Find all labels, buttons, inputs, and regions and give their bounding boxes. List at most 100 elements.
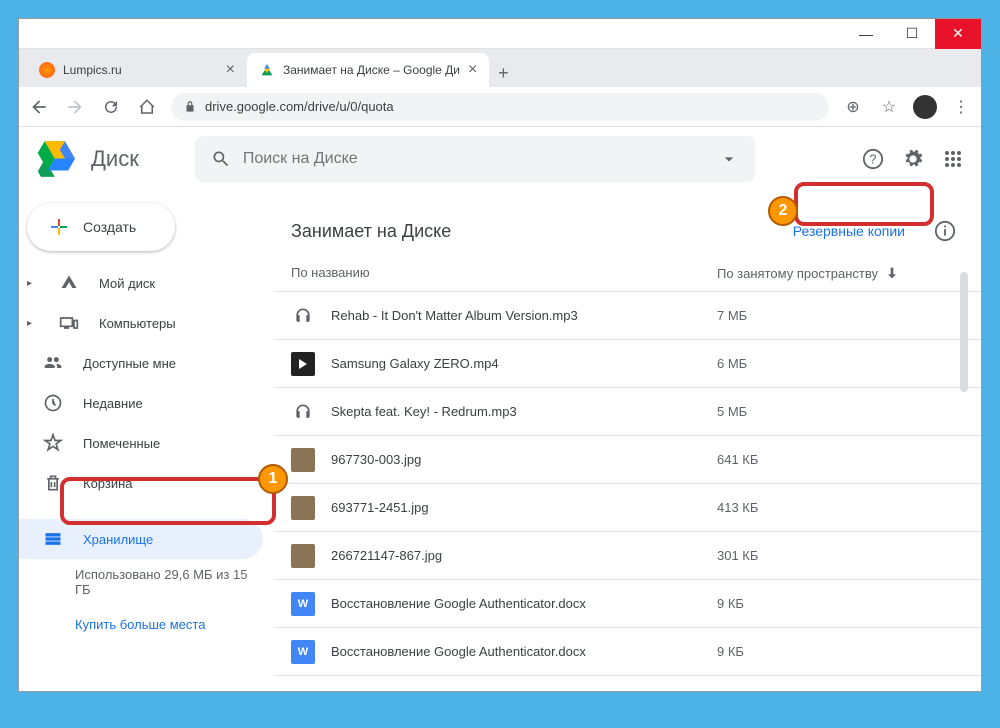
- sidebar-item-starred[interactable]: Помеченные: [19, 423, 263, 463]
- main-header: Занимает на Диске Резервные копии: [275, 199, 981, 255]
- page-title: Занимает на Диске: [291, 221, 451, 242]
- file-name: Восстановление Google Authenticator.docx: [331, 596, 717, 611]
- sidebar-item-shared[interactable]: Доступные мне: [19, 343, 263, 383]
- bookmark-icon[interactable]: ☆: [877, 95, 901, 119]
- profile-avatar[interactable]: [913, 95, 937, 119]
- search-box[interactable]: [195, 136, 755, 182]
- file-size: 641 КБ: [717, 452, 957, 467]
- plus-icon: [47, 215, 71, 239]
- shared-icon: [43, 353, 63, 373]
- drive-app: Диск ? Создать ▸ Мой д: [19, 127, 981, 691]
- file-row[interactable]: 266721147-867.jpg301 КБ: [275, 532, 981, 580]
- app-body: Создать ▸ Мой диск ▸ Компьютеры Доступны…: [19, 191, 981, 691]
- sidebar-item-storage[interactable]: Хранилище: [19, 519, 263, 559]
- drive-logo-icon: [35, 139, 75, 179]
- favicon-icon: [259, 62, 275, 78]
- tab-close-icon[interactable]: ×: [226, 61, 235, 79]
- dropdown-icon[interactable]: [719, 149, 739, 169]
- settings-icon[interactable]: [901, 147, 925, 171]
- scrollbar-thumb[interactable]: [960, 272, 968, 392]
- trash-icon: [43, 473, 63, 493]
- sidebar-label: Недавние: [83, 396, 143, 411]
- sidebar-label: Помеченные: [83, 436, 160, 451]
- menu-button[interactable]: ⋮: [949, 95, 973, 119]
- file-size: 7 МБ: [717, 308, 957, 323]
- new-tab-button[interactable]: +: [489, 59, 517, 87]
- home-button[interactable]: [135, 95, 159, 119]
- tab-title: Занимает на Диске – Google Ди: [283, 63, 460, 77]
- address-bar: drive.google.com/drive/u/0/quota ⊕ ☆ ⋮: [19, 87, 981, 127]
- tab-close-icon[interactable]: ×: [468, 61, 477, 79]
- reload-button[interactable]: [99, 95, 123, 119]
- column-size[interactable]: По занятому пространству: [717, 265, 957, 281]
- sidebar-item-mydrive[interactable]: ▸ Мой диск: [19, 263, 263, 303]
- star-icon: [43, 433, 63, 453]
- close-button[interactable]: ✕: [935, 19, 981, 49]
- file-size: 413 КБ: [717, 500, 957, 515]
- app-title: Диск: [91, 146, 139, 172]
- main-content: Занимает на Диске Резервные копии По наз…: [275, 191, 981, 691]
- app-header: Диск ?: [19, 127, 981, 191]
- devices-icon: [59, 313, 79, 333]
- buy-more-link[interactable]: Купить больше места: [19, 605, 275, 640]
- sidebar: Создать ▸ Мой диск ▸ Компьютеры Доступны…: [19, 191, 275, 691]
- file-name: 693771-2451.jpg: [331, 500, 717, 515]
- callout-badge-1: 1: [258, 464, 288, 494]
- arrow-down-icon: [884, 265, 900, 281]
- expand-icon[interactable]: ▸: [27, 318, 39, 329]
- callout-badge-2: 2: [768, 196, 798, 226]
- file-row[interactable]: Skepta feat. Key! - Redrum.mp35 МБ: [275, 388, 981, 436]
- image-thumb-icon: [291, 448, 315, 472]
- lock-icon: [183, 100, 197, 114]
- file-list: Rehab - It Don't Matter Album Version.mp…: [275, 292, 981, 691]
- url-field[interactable]: drive.google.com/drive/u/0/quota: [171, 93, 829, 121]
- audio-icon: [291, 400, 315, 424]
- expand-icon[interactable]: ▸: [27, 278, 39, 289]
- file-row[interactable]: 967730-003.jpg641 КБ: [275, 436, 981, 484]
- info-icon[interactable]: [933, 219, 957, 243]
- column-name[interactable]: По названию: [291, 265, 717, 281]
- sidebar-label: Корзина: [83, 476, 133, 491]
- help-icon[interactable]: ?: [861, 147, 885, 171]
- file-row[interactable]: Rehab - It Don't Matter Album Version.mp…: [275, 292, 981, 340]
- file-row[interactable]: WВосстановление Google Authenticator.doc…: [275, 580, 981, 628]
- sidebar-label: Мой диск: [99, 276, 155, 291]
- maximize-button[interactable]: ☐: [889, 19, 935, 49]
- file-name: Samsung Galaxy ZERO.mp4: [331, 356, 717, 371]
- storage-usage: Использовано 29,6 МБ из 15 ГБ: [19, 559, 275, 605]
- url-text: drive.google.com/drive/u/0/quota: [205, 99, 394, 114]
- minimize-button[interactable]: —: [843, 19, 889, 49]
- search-icon: [211, 149, 231, 169]
- backups-link[interactable]: Резервные копии: [781, 215, 917, 247]
- svg-text:?: ?: [869, 152, 876, 167]
- forward-button[interactable]: [63, 95, 87, 119]
- image-thumb-icon: [291, 544, 315, 568]
- sidebar-label: Доступные мне: [83, 356, 176, 371]
- browser-tab[interactable]: Lumpics.ru ×: [27, 53, 247, 87]
- back-button[interactable]: [27, 95, 51, 119]
- sidebar-label: Хранилище: [83, 532, 153, 547]
- file-name: Rehab - It Don't Matter Album Version.mp…: [331, 308, 717, 323]
- browser-tab-active[interactable]: Занимает на Диске – Google Ди ×: [247, 53, 489, 87]
- sidebar-item-recent[interactable]: Недавние: [19, 383, 263, 423]
- search-input[interactable]: [243, 150, 707, 168]
- drive-icon: [59, 273, 79, 293]
- file-size: 6 МБ: [717, 356, 957, 371]
- file-row[interactable]: 693771-2451.jpg413 КБ: [275, 484, 981, 532]
- recent-icon: [43, 393, 63, 413]
- sidebar-item-computers[interactable]: ▸ Компьютеры: [19, 303, 263, 343]
- tab-strip: Lumpics.ru × Занимает на Диске – Google …: [19, 49, 981, 87]
- file-size: 5 МБ: [717, 404, 957, 419]
- audio-icon: [291, 304, 315, 328]
- tab-title: Lumpics.ru: [63, 63, 122, 77]
- file-row[interactable]: WВосстановление Google Authenticator.doc…: [275, 628, 981, 676]
- header-icons: ?: [861, 147, 965, 171]
- file-name: 967730-003.jpg: [331, 452, 717, 467]
- create-button[interactable]: Создать: [27, 203, 175, 251]
- file-size: 301 КБ: [717, 548, 957, 563]
- sidebar-item-trash[interactable]: Корзина: [19, 463, 263, 503]
- zoom-icon[interactable]: ⊕: [841, 95, 865, 119]
- file-name: Восстановление Google Authenticator.docx: [331, 644, 717, 659]
- file-row[interactable]: Samsung Galaxy ZERO.mp46 МБ: [275, 340, 981, 388]
- apps-icon[interactable]: [941, 147, 965, 171]
